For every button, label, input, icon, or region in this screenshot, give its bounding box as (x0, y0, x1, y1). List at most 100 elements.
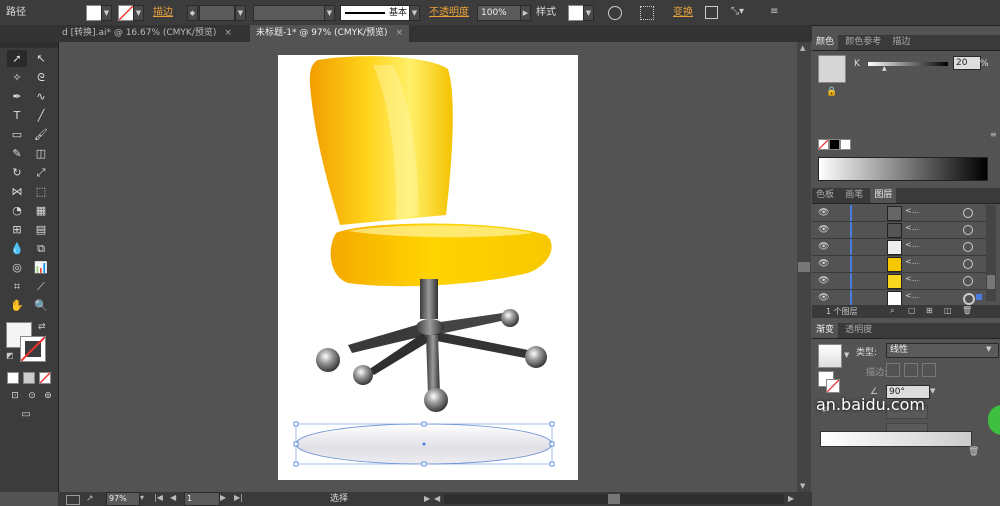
screen-mode-icon[interactable]: ▭ (16, 406, 36, 423)
tab-transparency[interactable]: 透明度 (841, 323, 876, 338)
target-icon[interactable] (963, 208, 973, 218)
gradient-slider[interactable] (820, 431, 972, 447)
type-dropdown-icon[interactable]: ▼ (986, 345, 991, 353)
scale-tool-icon[interactable]: ⤢ (31, 164, 51, 181)
eye-icon[interactable]: 👁 (818, 208, 829, 218)
floating-badge[interactable] (988, 405, 1000, 435)
status-arrow-icon[interactable]: ▶ (424, 494, 430, 503)
fill-dropdown-icon[interactable]: ▼ (101, 5, 112, 21)
direct-selection-tool-icon[interactable]: ↖ (31, 50, 51, 67)
trash-icon[interactable]: 🗑 (968, 447, 979, 457)
stroke-weight-dropdown-icon[interactable]: ▼ (235, 5, 246, 21)
clipping-mask-icon[interactable]: ▢ (908, 306, 916, 315)
tab-color-guide[interactable]: 颜色参考 (841, 35, 885, 50)
brush-dropdown-icon[interactable]: ▼ (409, 5, 420, 21)
line-tool-icon[interactable]: ╱ (31, 107, 51, 124)
stroke-within-icon[interactable] (886, 363, 900, 377)
symbol-sprayer-tool-icon[interactable]: ◎ (7, 259, 27, 276)
eye-icon[interactable]: 👁 (818, 276, 829, 286)
artboard-nav-icon[interactable] (66, 495, 80, 505)
gradient-preview[interactable] (818, 344, 842, 368)
eraser-tool-icon[interactable]: ◫ (31, 145, 51, 162)
scroll-up-icon[interactable]: ▲ (800, 44, 805, 52)
layer-name[interactable]: <... (905, 291, 919, 300)
blend-tool-icon[interactable]: ⧉ (31, 240, 51, 257)
none-mode-icon[interactable] (39, 372, 51, 384)
layer-name[interactable]: <... (905, 223, 919, 232)
stroke-along-icon[interactable] (904, 363, 918, 377)
horizontal-scroll-thumb[interactable] (608, 494, 620, 504)
type-tool-icon[interactable]: T (7, 107, 27, 124)
close-icon[interactable]: × (396, 28, 404, 38)
tab-brushes[interactable]: 画笔 (841, 188, 867, 203)
target-icon[interactable] (963, 276, 973, 286)
selection-indicator[interactable] (976, 294, 982, 300)
list-item[interactable]: 👁 <... (812, 256, 986, 273)
opacity-link[interactable]: 不透明度 (429, 0, 469, 25)
default-colors-icon[interactable]: ◩ (6, 351, 14, 360)
layer-name[interactable]: <... (905, 240, 919, 249)
k-channel-field[interactable]: 20 (953, 56, 981, 70)
slice-tool-icon[interactable]: ⟋ (31, 278, 51, 295)
stroke-dropdown-icon[interactable]: ▼ (133, 5, 144, 21)
variable-width-profile[interactable] (253, 5, 325, 21)
hand-tool-icon[interactable]: ✋ (7, 297, 27, 314)
close-icon[interactable]: × (224, 28, 232, 38)
stroke-color-box[interactable] (20, 336, 46, 362)
eye-icon[interactable]: 👁 (818, 225, 829, 235)
new-layer-icon[interactable]: ◫ (944, 306, 952, 315)
stroke-weight-field[interactable] (199, 5, 235, 21)
new-sublayer-icon[interactable]: ⊞ (926, 306, 933, 315)
eye-icon[interactable]: 👁 (818, 293, 829, 303)
artboard[interactable] (278, 55, 578, 480)
panel-menu-icon[interactable]: ≡ (770, 6, 778, 17)
previous-artboard-icon[interactable]: ◀ (170, 493, 176, 502)
shape-builder-tool-icon[interactable]: ◔ (7, 202, 27, 219)
tab-stroke[interactable]: 描边 (888, 35, 914, 50)
scroll-right-icon[interactable]: ▶ (788, 494, 794, 503)
tab-doc-2[interactable]: 未标题-1* @ 97% (CMYK/预览) × (250, 25, 410, 42)
gradient-type-select[interactable]: 线性 (886, 343, 999, 358)
magic-wand-tool-icon[interactable]: ✧ (7, 69, 27, 86)
opacity-field[interactable]: 100% (477, 5, 522, 21)
tab-swatches[interactable]: 色板 (812, 188, 838, 203)
rectangle-tool-icon[interactable]: ▭ (7, 126, 27, 143)
transform-options-icon[interactable]: ⤡▾ (731, 6, 744, 17)
black-swatch[interactable] (829, 139, 840, 150)
rotate-tool-icon[interactable]: ↻ (7, 164, 27, 181)
k-channel-slider[interactable] (868, 62, 948, 66)
mesh-tool-icon[interactable]: ⊞ (7, 221, 27, 238)
stroke-swatch[interactable] (118, 5, 134, 21)
gradient-stroke-box[interactable] (826, 379, 840, 393)
paintbrush-tool-icon[interactable]: 🖌 (31, 126, 51, 143)
layers-scrollbar[interactable] (986, 205, 996, 301)
horizontal-scroll-track[interactable] (444, 494, 784, 504)
target-icon[interactable] (963, 259, 973, 269)
profile-dropdown-icon[interactable]: ▼ (324, 5, 335, 21)
list-item[interactable]: 👁 <... (812, 222, 986, 239)
swap-colors-icon[interactable]: ⇄ (38, 322, 46, 332)
transform-link[interactable]: 变换 (673, 0, 693, 25)
zoom-field[interactable]: 97% (106, 492, 140, 506)
list-item[interactable]: 👁 <... (812, 273, 986, 290)
none-swatch[interactable] (818, 139, 829, 150)
eye-icon[interactable]: 👁 (818, 242, 829, 252)
share-icon[interactable]: ↗ (86, 494, 94, 504)
lasso-tool-icon[interactable]: ᘓ (31, 69, 51, 86)
eyedropper-tool-icon[interactable]: 💧 (7, 240, 27, 257)
target-icon[interactable] (963, 293, 975, 305)
selection-tool-icon[interactable]: ➚ (7, 50, 27, 67)
align-icon[interactable] (640, 6, 654, 20)
stroke-weight-link[interactable]: 描边 (153, 0, 173, 25)
opacity-dropdown-icon[interactable]: ▶ (520, 5, 531, 21)
trash-icon[interactable]: 🗑 (962, 306, 972, 315)
eye-icon[interactable]: 👁 (818, 259, 829, 269)
layers-scroll-thumb[interactable] (987, 275, 995, 289)
layer-name[interactable]: <... (905, 274, 919, 283)
graph-tool-icon[interactable]: 📊 (31, 259, 51, 276)
target-icon[interactable] (963, 225, 973, 235)
recolor-icon[interactable] (608, 6, 622, 20)
vertical-scrollbar[interactable]: ▲ ▼ (797, 42, 811, 492)
zoom-dropdown-icon[interactable]: ▾ (140, 493, 144, 502)
color-spectrum[interactable] (818, 157, 988, 181)
